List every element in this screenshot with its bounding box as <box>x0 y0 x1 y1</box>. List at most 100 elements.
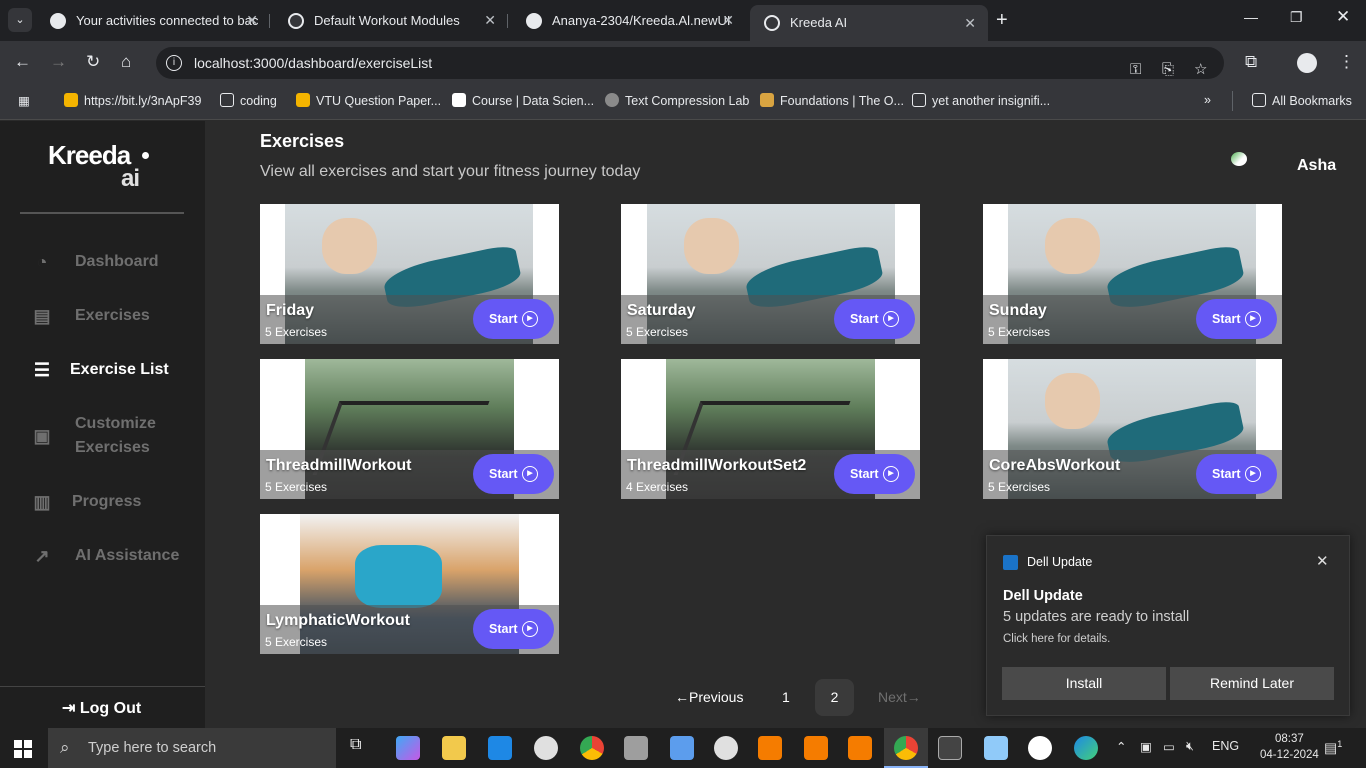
bookmark-folder[interactable]: coding <box>220 93 277 108</box>
card-count: 4 Exercises <box>626 480 689 494</box>
forward-icon[interactable]: → <box>50 52 67 72</box>
back-icon[interactable]: ← <box>14 52 31 72</box>
reload-icon[interactable]: ↻ <box>86 52 100 72</box>
bookmark-star-icon[interactable]: ☆ <box>1194 54 1207 86</box>
github-icon <box>526 13 542 29</box>
start-button[interactable]: Start ▶ <box>473 454 554 494</box>
browser-tab[interactable]: Default Workout Modules ✕ <box>274 6 508 35</box>
apps-grid-icon[interactable]: ▦ <box>18 93 30 108</box>
play-icon: ▶ <box>522 466 538 482</box>
app-icon[interactable] <box>984 736 1008 760</box>
close-window-button[interactable]: ✕ <box>1336 7 1350 27</box>
terminal-icon <box>912 93 926 107</box>
pagination-page[interactable]: 1 <box>782 689 790 705</box>
tab-separator <box>507 14 508 28</box>
volume-muted-icon[interactable]: 🔇︎ <box>1186 739 1194 754</box>
user-name[interactable]: Asha <box>1297 157 1336 175</box>
remote-desktop-icon[interactable] <box>670 736 694 760</box>
user-avatar[interactable] <box>1231 152 1247 166</box>
start-button[interactable]: Start ▶ <box>1196 299 1277 339</box>
start-button[interactable]: Start ▶ <box>473 299 554 339</box>
clock[interactable]: 08:37 04-12-2024 <box>1260 731 1319 763</box>
notification-center-icon[interactable]: ▤1 <box>1324 739 1342 757</box>
browser-tab[interactable]: Ananya-2304/Kreeda.Al.newUI ✕ <box>512 6 746 35</box>
tab-search-button[interactable]: ⌄ <box>8 8 32 32</box>
dell-update-notification[interactable]: Dell Update ✕ Dell Update 5 updates are … <box>986 535 1350 716</box>
pagination-previous[interactable]: ←Previous <box>675 689 743 705</box>
windows-start-button[interactable] <box>14 740 32 758</box>
card-count: 5 Exercises <box>265 635 328 649</box>
network-icon[interactable]: ▣ <box>1140 739 1152 754</box>
all-bookmarks-button[interactable]: All Bookmarks <box>1252 93 1352 108</box>
app-icon[interactable] <box>804 736 828 760</box>
task-view-icon[interactable]: ⧉ <box>350 736 374 760</box>
profile-icon[interactable] <box>1297 53 1317 73</box>
notification-hint[interactable]: Click here for details. <box>1003 633 1110 645</box>
x-icon <box>452 93 466 107</box>
close-icon[interactable]: ✕ <box>1316 552 1329 570</box>
bookmark-item[interactable]: Text Compression Lab <box>605 93 749 108</box>
close-tab-icon[interactable]: ✕ <box>484 6 496 35</box>
logout-icon: ⇥ <box>62 700 80 717</box>
notification-app-name: Dell Update <box>1027 555 1093 569</box>
bookmark-item[interactable]: yet another insignifi... <box>912 93 1050 108</box>
play-icon: ▶ <box>883 311 899 327</box>
taskbar-search-input[interactable]: ⌕ Type here to search <box>48 728 336 768</box>
site-info-icon[interactable]: i <box>166 55 182 71</box>
extensions-icon[interactable]: ⧉ <box>1245 52 1257 72</box>
app-icon[interactable] <box>848 736 872 760</box>
app-icon[interactable] <box>758 736 782 760</box>
start-button[interactable]: Start ▶ <box>473 609 554 649</box>
new-tab-button[interactable]: + <box>996 9 1008 32</box>
battery-icon[interactable]: ▭ <box>1163 739 1175 754</box>
browser-tab[interactable]: Your activities connected to bac ✕ <box>36 6 270 35</box>
bookmark-item[interactable]: Foundations | The O... <box>760 93 904 108</box>
terminal-icon[interactable] <box>938 736 962 760</box>
pagination-next[interactable]: Next→ <box>878 689 921 705</box>
install-app-icon[interactable]: ⎘ <box>1162 54 1174 86</box>
close-tab-icon[interactable]: ✕ <box>964 5 976 41</box>
start-button[interactable]: Start ▶ <box>1196 454 1277 494</box>
close-tab-icon[interactable]: ✕ <box>722 6 734 35</box>
key-icon[interactable]: ⚿ <box>1130 54 1141 86</box>
home-icon[interactable]: ⌂ <box>121 52 131 72</box>
whatsapp-icon[interactable] <box>714 736 738 760</box>
linux-icon[interactable] <box>534 736 558 760</box>
bookmark-item[interactable]: Course | Data Scien... <box>452 93 594 108</box>
pagination-page-current[interactable]: 2 <box>815 679 854 716</box>
edge-icon[interactable] <box>1074 736 1098 760</box>
start-button[interactable]: Start ▶ <box>834 299 915 339</box>
calculator-icon[interactable] <box>624 736 648 760</box>
calendar-icon: ▣ <box>33 426 51 446</box>
vscode-icon[interactable] <box>488 736 512 760</box>
play-icon: ▶ <box>522 311 538 327</box>
sidebar-item-label: Dashboard <box>75 253 159 270</box>
tray-expand-icon[interactable]: ⌃ <box>1116 739 1126 754</box>
logout-button[interactable]: ⇥ Log Out <box>62 698 141 718</box>
more-bookmarks-icon[interactable]: » <box>1204 93 1211 107</box>
mongodb-icon[interactable] <box>1028 736 1052 760</box>
restore-button[interactable]: ❐ <box>1290 9 1303 26</box>
start-button[interactable]: Start ▶ <box>834 454 915 494</box>
remind-later-button[interactable]: Remind Later <box>1170 667 1334 700</box>
sidebar-item-label: Customize <box>75 415 156 432</box>
language-indicator[interactable]: ENG <box>1212 739 1239 753</box>
browser-tab-active[interactable]: Kreeda AI ✕ <box>750 5 988 41</box>
address-bar[interactable]: i localhost:3000/dashboard/exerciseList … <box>156 47 1224 79</box>
play-icon: ▶ <box>522 621 538 637</box>
play-icon: ▶ <box>1245 466 1261 482</box>
bookmark-item[interactable]: https://bit.ly/3nApF39 <box>64 93 201 108</box>
bookmark-item[interactable]: VTU Question Paper... <box>296 93 441 108</box>
chrome-icon[interactable] <box>894 736 918 760</box>
card-title: Saturday <box>627 302 696 319</box>
minimize-button[interactable]: — <box>1244 9 1258 25</box>
more-menu-icon[interactable]: ⋮ <box>1338 52 1355 72</box>
close-tab-icon[interactable]: ✕ <box>246 6 258 35</box>
copilot-icon[interactable] <box>396 736 420 760</box>
chrome-icon[interactable] <box>580 736 604 760</box>
card-count: 5 Exercises <box>988 325 1051 339</box>
file-explorer-icon[interactable] <box>442 736 466 760</box>
install-button[interactable]: Install <box>1002 667 1166 700</box>
globe-icon <box>605 93 619 107</box>
kreeda-logo[interactable]: Kreeda ai <box>48 142 149 191</box>
